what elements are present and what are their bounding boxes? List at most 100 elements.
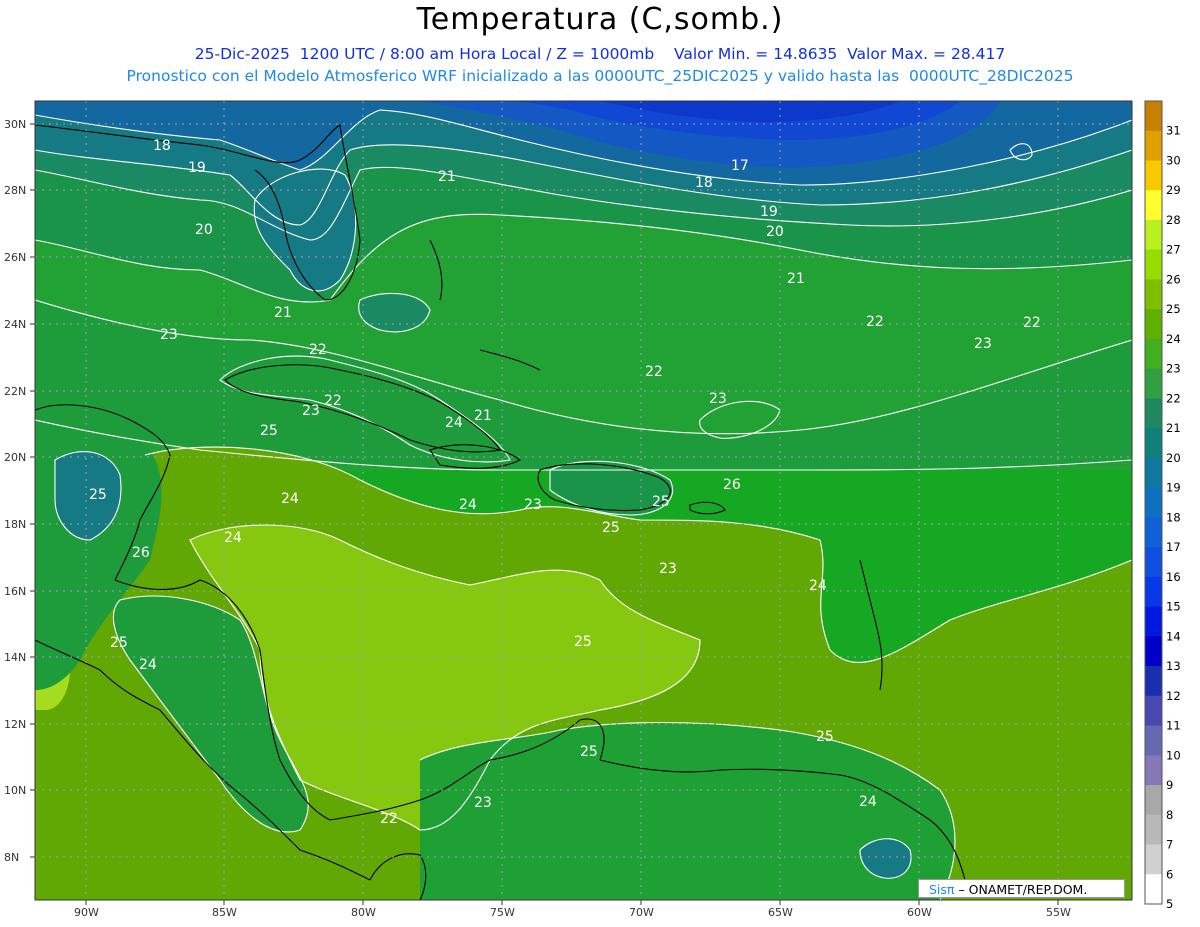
contour-label: 19 [188,160,206,176]
contour-label: 24 [809,578,827,594]
colorbar-label: 12 [1166,689,1181,703]
colorbar-swatch [1145,428,1162,459]
colorbar-swatch [1145,249,1162,280]
credit-box: Sisπ – ONAMET/REP.DOM. [918,879,1125,898]
colorbar-swatch [1145,487,1162,518]
lat-tick: 26N [4,251,26,264]
colorbar-label: 26 [1166,272,1181,286]
colorbar-swatch [1145,368,1162,399]
contour-label: 22 [1023,315,1041,331]
contour-label: 23 [709,391,727,407]
colorbar-swatch [1145,844,1162,875]
lat-tick: 10N [4,784,26,797]
contour-label: 19 [760,204,778,220]
colorbar: 31 30 29 28 27 26 25 24 23 22 21 20 19 18 17 16 15 14 13 12… [1144,100,1181,911]
contour-label: 25 [652,494,670,510]
contour-label: 21 [787,271,805,287]
map-field: 18 19 20 21 17 18 19 20 21 21 22 22 22 2… [35,101,1132,900]
contour-label: 23 [302,403,320,419]
colorbar-swatch [1145,547,1162,578]
colorbar-label: 10 [1166,748,1181,762]
contour-label: 22 [380,811,398,827]
colorbar-swatch [1145,576,1162,608]
colorbar-label: 16 [1166,570,1181,584]
colorbar-label: 17 [1166,540,1181,554]
colorbar-swatch [1145,398,1162,429]
colorbar-swatch [1145,160,1162,191]
colorbar-label: 5 [1166,897,1173,911]
colorbar-label: 8 [1166,808,1173,822]
colorbar-swatch [1145,279,1162,310]
colorbar-label: 13 [1166,659,1181,673]
lon-tick: 85W [212,906,237,919]
colorbar-swatch [1145,606,1162,637]
contour-label: 24 [281,491,299,507]
sispi-logo: Sisπ [929,882,955,897]
colorbar-label: 14 [1166,629,1181,643]
credit-text: – ONAMET/REP.DOM. [958,882,1088,897]
colorbar-label: 7 [1166,838,1173,852]
lat-tick: 20N [4,451,26,464]
colorbar-label: 30 [1166,153,1181,167]
contour-label: 24 [459,497,477,513]
colorbar-label: 11 [1166,719,1181,733]
contour-label: 22 [309,342,327,358]
contour-label: 23 [160,327,178,343]
lon-tick: 75W [490,906,515,919]
lat-tick: 30N [4,118,26,131]
contour-label: 20 [195,222,213,238]
colorbar-swatch [1145,190,1162,221]
lat-tick: 24N [4,318,26,331]
contour-label: 24 [859,794,877,810]
colorbar-swatch [1145,338,1162,370]
colorbar-label: 20 [1166,451,1181,465]
colorbar-swatch [1145,130,1162,161]
contour-label: 25 [110,635,128,651]
colorbar-label: 6 [1166,867,1173,881]
latitude-axis: 30N 28N 26N 24N 22N 20N 18N 16N 14N 12N … [4,118,26,864]
contour-label: 23 [474,795,492,811]
lon-tick: 80W [351,906,376,919]
colorbar-swatch [1145,755,1162,786]
colorbar-label: 21 [1166,421,1181,435]
contour-label: 25 [602,520,620,536]
contour-label: 26 [723,477,741,493]
colorbar-label: 23 [1166,362,1181,376]
contour-label: 24 [224,530,242,546]
colorbar-label: 28 [1166,213,1181,227]
colorbar-label: 27 [1166,243,1181,257]
lat-tick: 12N [4,718,26,731]
colorbar-swatch [1145,636,1162,667]
contour-label: 22 [645,364,663,380]
colorbar-swatch [1145,101,1162,132]
colorbar-swatch [1145,219,1162,251]
colorbar-swatch [1145,695,1162,727]
lat-tick: 14N [4,651,26,664]
colorbar-swatch [1145,785,1162,816]
colorbar-swatch [1145,874,1162,905]
temperature-map: 18 19 20 21 17 18 19 20 21 21 22 22 22 2… [4,100,1181,919]
contour-label: 25 [580,744,598,760]
longitude-axis: 90W 85W 80W 75W 70W 65W 60W 55W [74,906,1071,919]
contour-label: 23 [974,336,992,352]
contour-label: 24 [139,657,157,673]
colorbar-label: 19 [1166,481,1181,495]
latitude-tick-marks [30,123,35,858]
contour-label: 23 [659,561,677,577]
contour-label: 21 [438,169,456,185]
colorbar-label: 22 [1166,391,1181,405]
colorbar-swatch [1145,517,1162,548]
contour-label: 22 [324,393,342,409]
contour-label: 25 [260,423,278,439]
longitude-tick-marks [85,900,1059,905]
contour-label: 25 [816,729,834,745]
lat-tick: 8N [4,851,19,864]
contour-label: 20 [766,224,784,240]
contour-label: 25 [574,634,592,650]
contour-label: 21 [474,408,492,424]
contour-label: 18 [695,175,713,191]
contour-label: 18 [153,138,171,154]
contour-label: 25 [89,487,107,503]
lat-tick: 22N [4,385,26,398]
contour-label: 24 [445,415,463,431]
